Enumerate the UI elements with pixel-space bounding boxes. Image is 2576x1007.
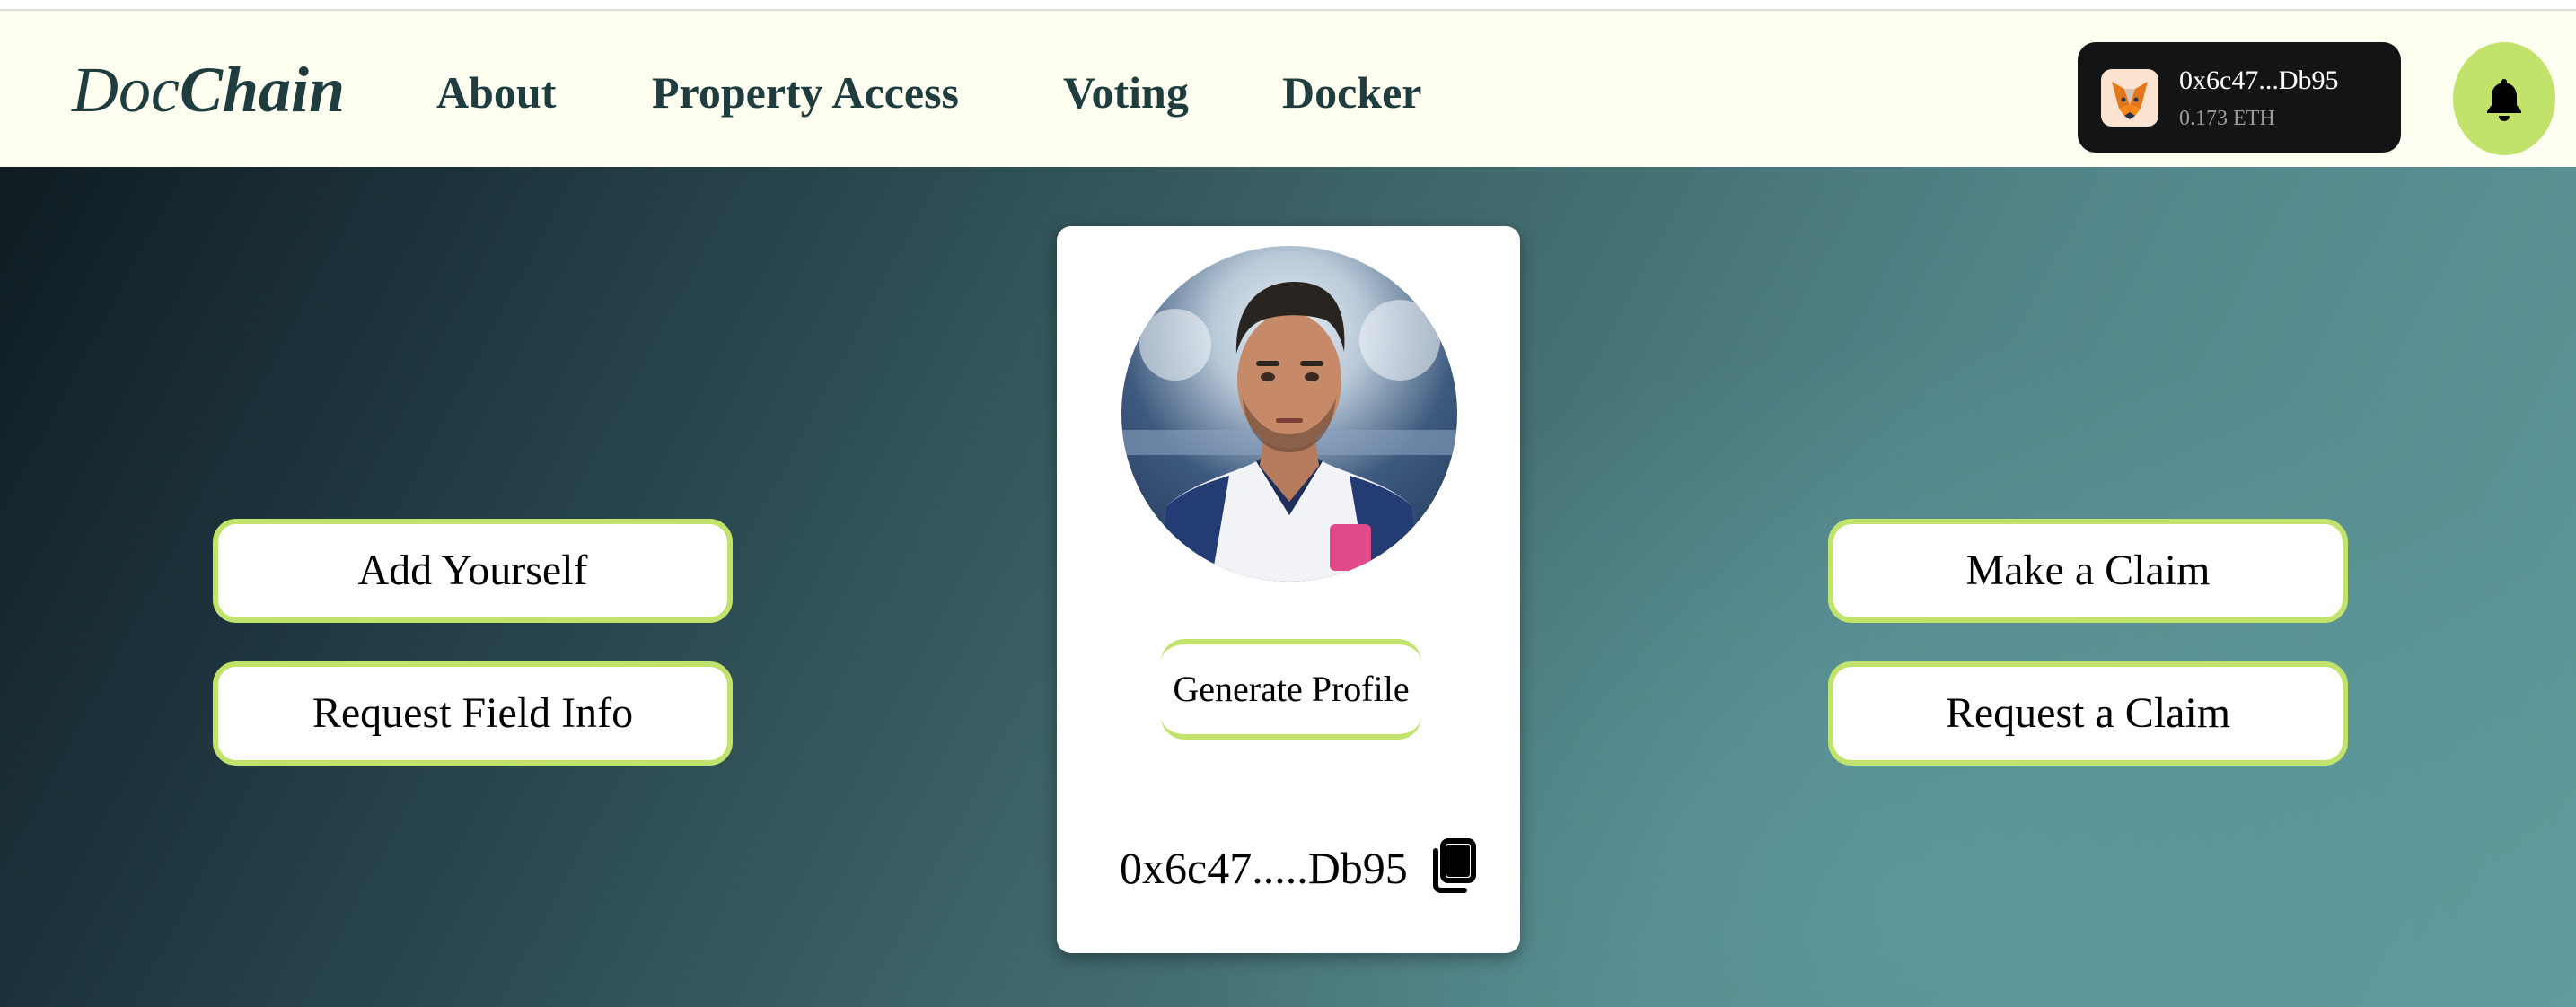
request-claim-button[interactable]: Request a Claim bbox=[1828, 661, 2348, 766]
profile-address: 0x6c47.....Db95 bbox=[1120, 843, 1408, 893]
top-border bbox=[0, 0, 2576, 11]
logo-doc: Doc bbox=[72, 54, 180, 126]
bell-icon bbox=[2487, 79, 2521, 121]
nav-about[interactable]: About bbox=[436, 70, 556, 115]
nav-voting[interactable]: Voting bbox=[1063, 70, 1189, 115]
add-yourself-button[interactable]: Add Yourself bbox=[213, 519, 733, 623]
avatar bbox=[1121, 246, 1457, 582]
wallet-balance: 0.173 ETH bbox=[2179, 107, 2275, 130]
wallet-address: 0x6c47...Db95 bbox=[2179, 66, 2339, 95]
metamask-fox-icon bbox=[2101, 69, 2158, 127]
profile-card: Generate Profile 0x6c47.....Db95 bbox=[1057, 226, 1520, 953]
nav-docker[interactable]: Docker bbox=[1282, 70, 1422, 115]
logo-chain: Chain bbox=[179, 54, 346, 126]
make-claim-button[interactable]: Make a Claim bbox=[1828, 519, 2348, 623]
wallet-button[interactable]: 0x6c47...Db95 0.173 ETH bbox=[2078, 42, 2401, 153]
nav-property-access[interactable]: Property Access bbox=[652, 70, 959, 115]
notifications-button[interactable] bbox=[2453, 42, 2555, 155]
generate-profile-button[interactable]: Generate Profile bbox=[1161, 639, 1421, 740]
request-field-info-button[interactable]: Request Field Info bbox=[213, 661, 733, 766]
copy-icon[interactable] bbox=[1429, 838, 1477, 894]
navbar: DocChain About Property Access Voting Do… bbox=[0, 11, 2576, 167]
app-logo[interactable]: DocChain bbox=[72, 57, 345, 122]
